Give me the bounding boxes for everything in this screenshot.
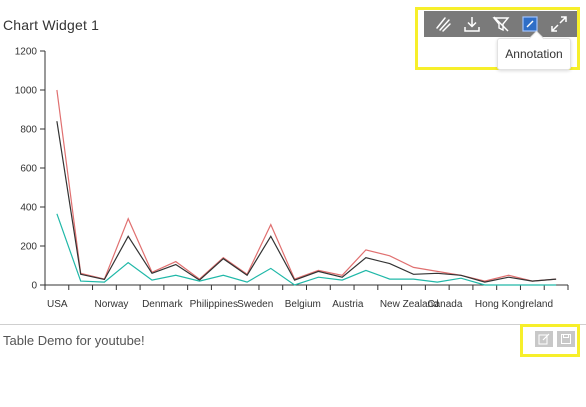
x-tick-label: Philippines — [190, 299, 238, 310]
series-line-2 — [56, 121, 557, 283]
x-tick-label: USA — [47, 299, 68, 310]
y-tick-label: 1200 — [15, 47, 38, 58]
x-tick-label: Canada — [427, 299, 462, 310]
x-tick-label: Sweden — [237, 299, 273, 310]
edit-table-button[interactable] — [535, 331, 553, 347]
edit-icon — [538, 333, 550, 345]
x-tick-label: Norway — [95, 299, 129, 310]
y-tick-label: 1000 — [15, 86, 38, 97]
table-toolbar — [535, 331, 575, 347]
x-tick-label: Belgium — [285, 299, 321, 310]
y-tick-label: 800 — [20, 125, 37, 136]
y-tick-label: 400 — [20, 203, 37, 214]
save-table-button[interactable] — [557, 331, 575, 347]
section-divider — [0, 324, 586, 325]
x-tick-label: Denmark — [142, 299, 184, 310]
x-tick-label: Ireland — [522, 299, 553, 310]
x-tick-label: Hong Kong — [475, 299, 525, 310]
x-tick-label: Austria — [332, 299, 364, 310]
y-tick-label: 0 — [31, 281, 37, 292]
y-tick-label: 600 — [20, 164, 37, 175]
y-tick-label: 200 — [20, 242, 37, 253]
save-icon — [561, 334, 571, 344]
series-line-1 — [56, 89, 557, 282]
line-chart: 0 200 400 600 800 1000 1200 USA Norway Denmark Phi… — [15, 47, 569, 310]
table-title: Table Demo for youtube! — [3, 333, 145, 348]
